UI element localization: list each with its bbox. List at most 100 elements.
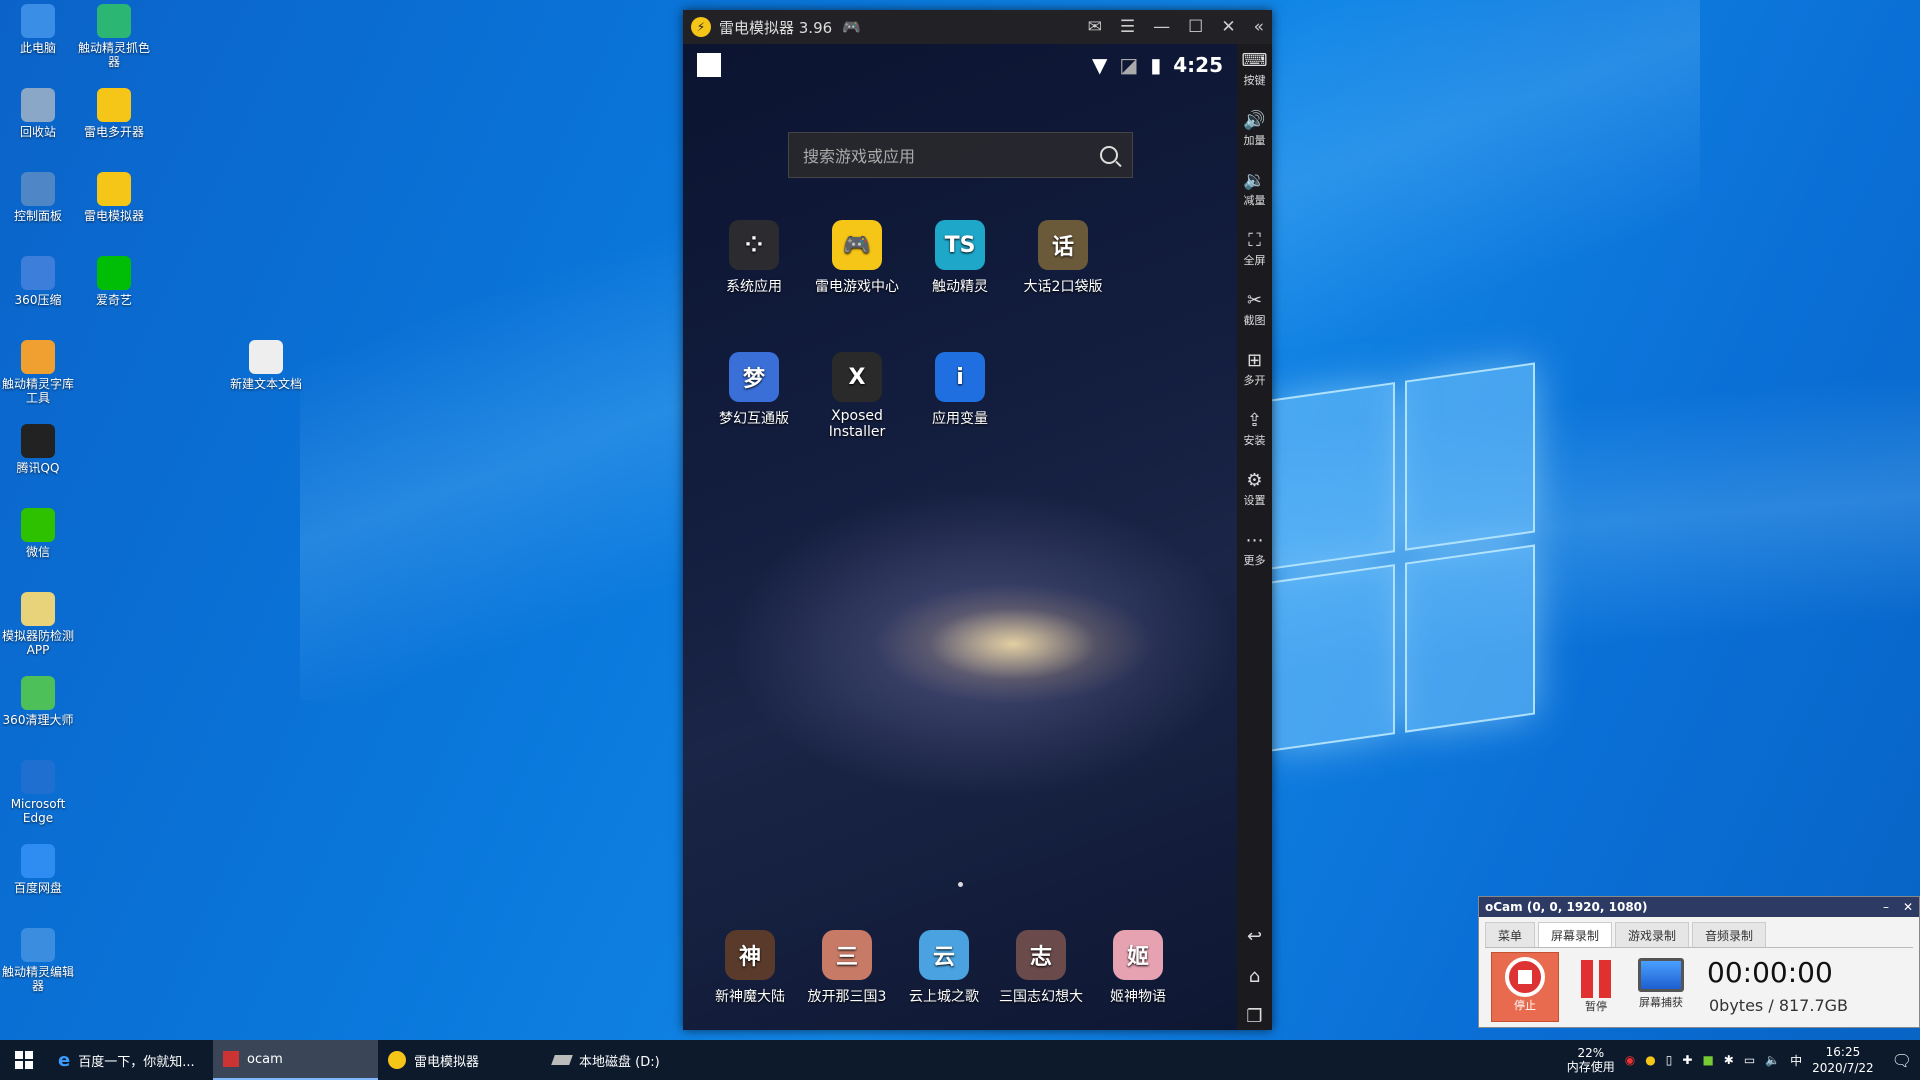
back-button[interactable]: ↩ [1237,926,1272,948]
emulator-titlebar[interactable]: ⚡ 雷电模拟器 3.96 🎮 ✉ ☰ — ☐ ✕ « [683,10,1272,44]
desktop-icon[interactable]: 回收站 [0,88,76,139]
record-timer: 00:00:00 [1707,956,1833,989]
minimize-button[interactable]: — [1153,17,1170,37]
app-icon-item[interactable]: 🎮 雷电游戏中心 [802,220,912,296]
desktop-icon[interactable]: 触动精灵字库工具 [0,340,76,405]
toolbar-button[interactable]: 🔊 加量 [1237,110,1272,148]
desktop-icon[interactable]: 百度网盘 [0,844,76,895]
screen-capture-button[interactable]: 屏幕捕获 [1631,954,1691,1010]
toolbar-button[interactable]: ⚙ 设置 [1237,470,1272,508]
close-button[interactable]: ✕ [1903,900,1913,914]
ocam-titlebar[interactable]: oCam (0, 0, 1920, 1080) – ✕ [1479,897,1919,917]
nvidia-icon[interactable]: ■ [1702,1053,1713,1067]
toolbar-label: 加量 [1243,134,1266,147]
notification-center-icon[interactable]: 🗨 [1892,1051,1912,1070]
app-icon: 梦 [729,352,779,402]
record-tray-icon[interactable]: ◉ [1625,1053,1635,1067]
toolbar-button[interactable]: ⛶ 全屏 [1237,230,1272,268]
desktop-icon-label: 模拟器防检测APP [1,629,74,657]
search-icon[interactable] [1100,146,1118,164]
app-label: 触动精灵 [932,279,988,295]
home-button[interactable]: ⌂ [1237,966,1272,988]
clock[interactable]: 16:25 2020/7/22 [1812,1044,1874,1076]
desktop-icon[interactable]: 360清理大师 [0,676,76,727]
toolbar-button[interactable]: ⇪ 安装 [1237,410,1272,448]
cleaner-icon [21,676,55,710]
app-icon-item[interactable]: ⁘ 系统应用 [699,220,809,296]
bluetooth-icon[interactable]: ✱ [1724,1053,1734,1067]
desktop-icon-label: 360清理大师 [2,713,74,727]
desktop-icon[interactable]: 360压缩 [0,256,76,307]
tab-menu[interactable]: 菜单 [1485,922,1536,947]
toolbar-button[interactable]: ⋯ 更多 [1237,530,1272,568]
app-icon-item[interactable]: X Xposed Installer [802,352,912,440]
desktop-icon[interactable]: 腾讯QQ [0,424,76,475]
desktop-icon-label: 爱奇艺 [95,293,132,307]
desktop-icon[interactable]: 控制面板 [0,172,76,223]
desktop-icon[interactable]: 新建文本文档 [228,340,304,391]
dock-app[interactable]: 姬姬神物语 [1083,930,1193,1006]
desktop-icon[interactable]: 触动精灵编辑器 [0,928,76,993]
desktop-icon[interactable]: 模拟器防检测APP [0,592,76,657]
toolbar-button[interactable]: ⊞ 多开 [1237,350,1272,388]
toolbar-button[interactable]: ⌨ 按键 [1237,50,1272,88]
minimize-button[interactable]: – [1883,900,1889,914]
app-label: 梦幻互通版 [719,411,789,427]
taskbar-item-ocam[interactable]: ocam [213,1040,378,1080]
tab-audio-record[interactable]: 音频录制 [1692,922,1767,947]
ocam-title: oCam (0, 0, 1920, 1080) [1485,900,1648,914]
collapse-sidebar-button[interactable]: « [1254,17,1264,37]
ocam-window[interactable]: oCam (0, 0, 1920, 1080) – ✕ 菜单 屏幕录制 游戏录制… [1478,896,1920,1028]
mail-icon[interactable]: ✉ [1088,17,1102,37]
memory-usage[interactable]: 22% 内存使用 [1567,1046,1615,1074]
desktop-icon-label: 回收站 [19,125,56,139]
ime-indicator[interactable]: 中 [1790,1052,1802,1069]
app-icon-item[interactable]: 梦梦幻互通版 [699,352,809,428]
desktop-icon[interactable]: 爱奇艺 [76,256,152,307]
usb-icon[interactable]: ▯ [1666,1053,1673,1067]
gamepad-icon[interactable]: 🎮 [842,18,861,36]
close-button[interactable]: ✕ [1221,17,1235,37]
app-label: 系统应用 [726,279,782,295]
desktop-icon[interactable]: 微信 [0,508,76,559]
desktop-icon[interactable]: 此电脑 [0,4,76,55]
dock-app[interactable]: 神新神魔大陆 [695,930,805,1006]
menu-icon[interactable]: ☰ [1120,17,1135,37]
app-label: 云上城之歌 [909,989,979,1005]
windows-logo [1270,360,1550,759]
taskbar-item-browser[interactable]: e 百度一下，你就知... [48,1040,213,1080]
desktop-icon[interactable]: 雷电多开器 [76,88,152,139]
android-screen[interactable]: ▼ ◪ ▮ 4:25 搜索游戏或应用 ⁘ 系统应用 🎮 雷电游戏中心 TS 触动精灵 话大话… [683,44,1237,1030]
desktop-icon[interactable]: 触动精灵抓色器 [76,4,152,69]
search-input[interactable]: 搜索游戏或应用 [788,132,1133,178]
maximize-button[interactable]: ☐ [1188,17,1203,37]
tab-screen-record[interactable]: 屏幕录制 [1538,922,1613,947]
app-icon-item[interactable]: TS 触动精灵 [905,220,1015,296]
wechat-icon [21,508,55,542]
stop-button[interactable]: 停止 [1491,952,1559,1022]
taskbar-item-ldplayer[interactable]: 雷电模拟器 [378,1040,543,1080]
toolbar-button[interactable]: ✂ 截图 [1237,290,1272,328]
toolbar-button[interactable]: 🔉 减量 [1237,170,1272,208]
dock-app[interactable]: 云云上城之歌 [889,930,999,1006]
tab-game-record[interactable]: 游戏录制 [1615,922,1690,947]
emulator-window[interactable]: ⚡ 雷电模拟器 3.96 🎮 ✉ ☰ — ☐ ✕ « ▼ ◪ ▮ 4:25 搜索… [683,10,1272,1030]
monitor-icon [1638,958,1684,992]
security-icon[interactable]: ✚ [1682,1053,1692,1067]
network-icon[interactable]: ▭ [1744,1053,1755,1067]
taskbar-item-disk[interactable]: 本地磁盘 (D:) [543,1040,708,1080]
recent-apps-button[interactable]: ❐ [1237,1006,1272,1028]
back-icon: ↩ [1246,926,1263,947]
dock-app[interactable]: 三放开那三国3 [792,930,902,1006]
app-icon-item[interactable]: i 应用变量 [905,352,1015,428]
app-icon-item[interactable]: 话大话2口袋版 [1008,220,1118,296]
desktop-icon[interactable]: Microsoft Edge [0,760,76,825]
android-status-bar: ▼ ◪ ▮ 4:25 [683,44,1237,86]
dock-app[interactable]: 志三国志幻想大 [986,930,1096,1006]
app-label: 放开那三国3 [807,989,887,1005]
volume-icon[interactable]: 🔈 [1765,1053,1780,1067]
desktop-icon[interactable]: 雷电模拟器 [76,172,152,223]
ldplayer-tray-icon[interactable]: ● [1645,1053,1655,1067]
pause-button[interactable]: 暂停 [1571,954,1621,1014]
start-button[interactable] [0,1040,48,1080]
